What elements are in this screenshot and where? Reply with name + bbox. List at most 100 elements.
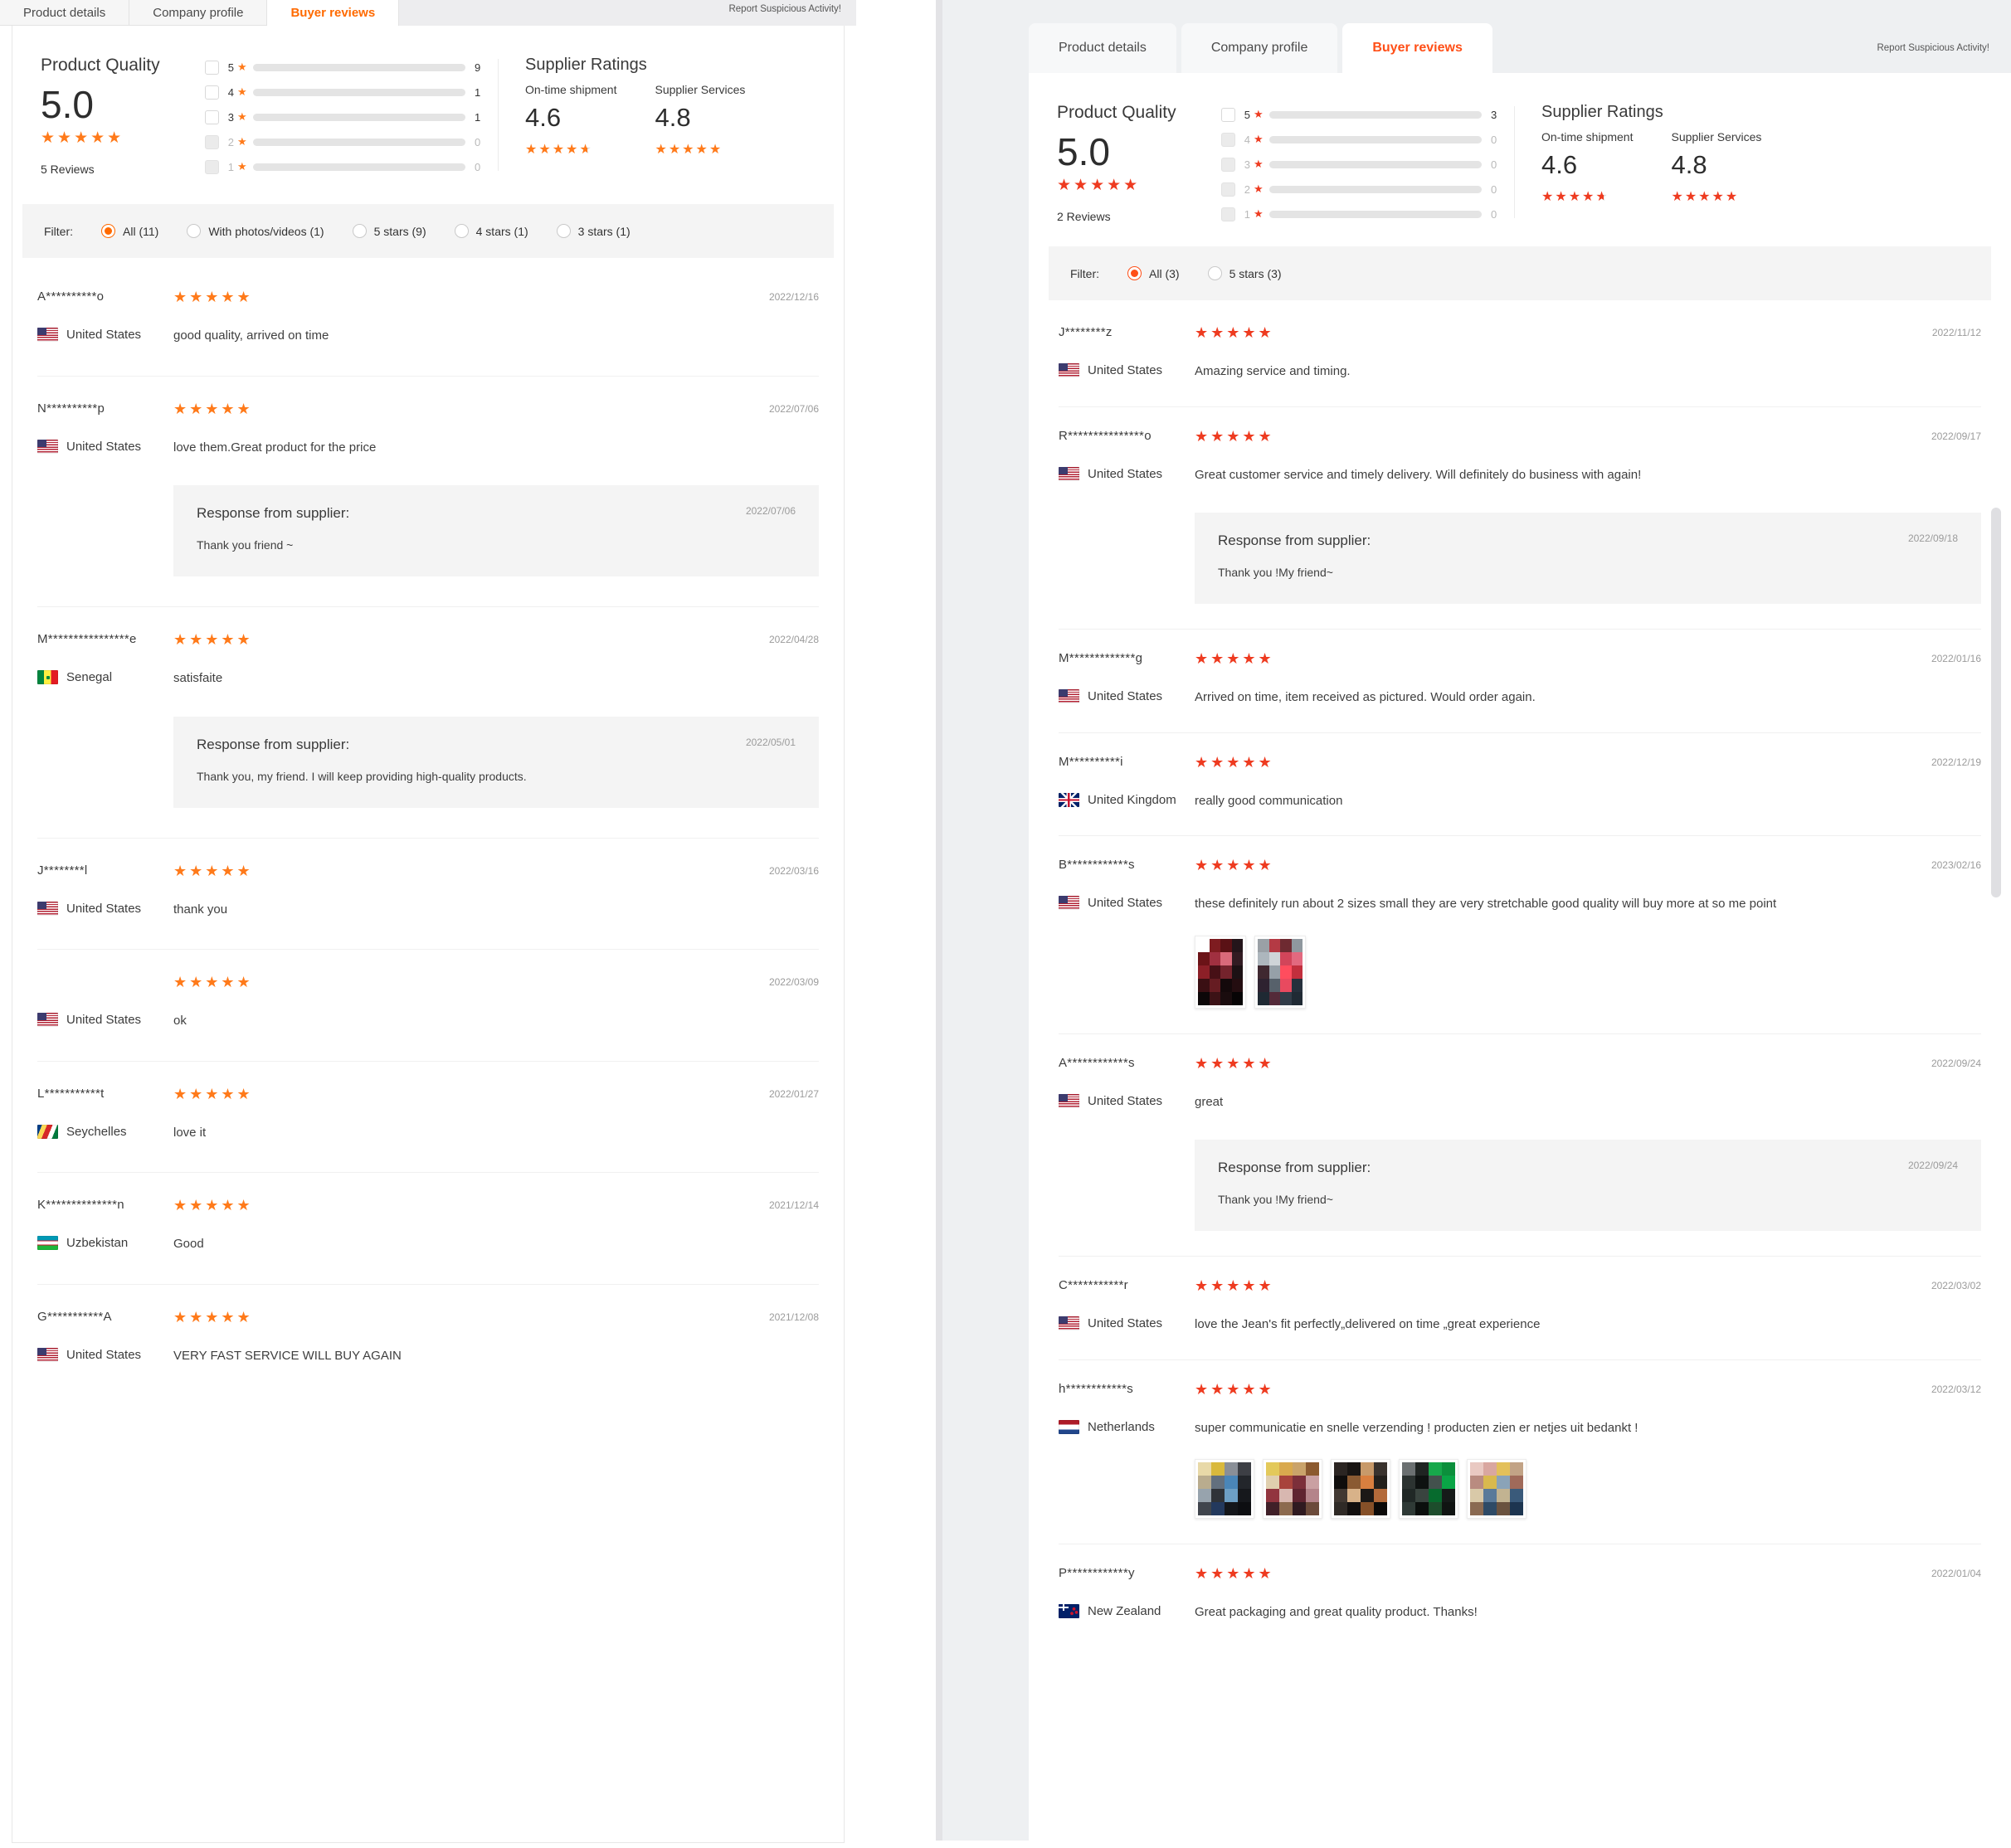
partial-star-icon: ★ [579, 143, 592, 157]
supplier-rating-label: Supplier Services [655, 83, 745, 96]
reviewer-name: B************s [1059, 858, 1195, 873]
reviewer-name: M****************e [37, 632, 173, 648]
bar-track [253, 64, 465, 71]
gb-flag-icon [1059, 793, 1079, 807]
review-photo-thumbnail[interactable] [1263, 1459, 1322, 1519]
reviewer-name: J********l [37, 863, 173, 879]
reviewer-country: United States [1088, 1094, 1162, 1108]
review-body: ★★★★★2021/12/08VERY FAST SERVICE WILL BU… [173, 1310, 819, 1366]
star-filter-checkbox[interactable] [205, 110, 219, 124]
us-flag-icon [1059, 1094, 1079, 1108]
radio-icon[interactable] [1127, 266, 1142, 280]
review-photos [1195, 936, 1981, 1009]
review-date: 2022/03/02 [1931, 1278, 1981, 1291]
star-icons: ★★★★★ [173, 1086, 253, 1102]
rating-bar-row: 3★0 [1221, 155, 1507, 173]
supplier-rating-stars: ★★★★★ [525, 141, 616, 158]
tab-bar: Product detailsCompany profileBuyer revi… [1029, 23, 2011, 73]
tab-buyer-reviews[interactable]: Buyer reviews [1342, 23, 1492, 73]
reviewer-location: Senegal [37, 670, 173, 684]
star-icons: ★★★★★ [173, 401, 253, 417]
review-body: ★★★★★2022/11/12Amazing service and timin… [1195, 325, 1981, 382]
report-suspicious-link[interactable]: Report Suspicious Activity! [728, 4, 841, 14]
review-item: J********zUnited States★★★★★2022/11/12Am… [1059, 304, 1981, 407]
us-flag-icon [37, 902, 58, 916]
radio-icon[interactable] [353, 224, 367, 238]
star-filter-checkbox[interactable] [1221, 207, 1235, 221]
review-item: R***************oUnited States★★★★★2022/… [1059, 407, 1981, 630]
filter-option[interactable]: All (11) [101, 224, 158, 238]
review-text: good quality, arrived on time [173, 327, 819, 346]
review-head: ★★★★★2022/01/04 [1195, 1566, 1981, 1581]
review-stars: ★★★★★ [1195, 858, 1274, 873]
star-icons: ★★★★★ [1195, 1381, 1274, 1398]
review-photo-thumbnail[interactable] [1467, 1459, 1527, 1519]
star-filter-checkbox[interactable] [1221, 108, 1235, 122]
pixelated-photo [1198, 939, 1243, 1005]
reviewer-country: United States [1088, 467, 1162, 481]
review-head: ★★★★★2022/09/17 [1195, 429, 1981, 444]
reviewer-country: United Kingdom [1088, 793, 1176, 807]
reviewer-name: A************s [1059, 1056, 1195, 1072]
review-photo-thumbnail[interactable] [1195, 1459, 1254, 1519]
review-photo-thumbnail[interactable] [1254, 936, 1306, 1009]
review-body: ★★★★★2022/01/16Arrived on time, item rec… [1195, 651, 1981, 708]
filter-option[interactable]: With photos/videos (1) [187, 224, 324, 238]
reviewer-location: United States [37, 902, 173, 916]
reviewer-name: G***********A [37, 1310, 173, 1325]
bar-count: 1 [475, 111, 491, 124]
report-suspicious-link[interactable]: Report Suspicious Activity! [1877, 43, 1989, 53]
star-filter-checkbox[interactable] [1221, 158, 1235, 172]
filter-option[interactable]: All (3) [1127, 266, 1180, 280]
radio-icon[interactable] [455, 224, 469, 238]
star-filter-checkbox[interactable] [205, 85, 219, 100]
reviewer-block: J********l United States [37, 863, 173, 920]
radio-icon[interactable] [557, 224, 571, 238]
supplier-rating-items: On-time shipment4.6★★★★★Supplier Service… [1541, 130, 1983, 205]
review-text: ok [173, 1012, 819, 1031]
star-filter-checkbox[interactable] [1221, 182, 1235, 197]
us-flag-icon [37, 1013, 58, 1027]
tab-product-details[interactable]: Product details [1029, 23, 1176, 73]
tab-company-profile[interactable]: Company profile [129, 0, 267, 26]
left-review-panel: Product detailsCompany profileBuyer revi… [0, 0, 856, 1841]
tab-product-details[interactable]: Product details [0, 0, 129, 26]
filter-option[interactable]: 5 stars (3) [1208, 266, 1282, 280]
reviewer-country: New Zealand [1088, 1604, 1161, 1618]
filter-option[interactable]: 4 stars (1) [455, 224, 528, 238]
bar-track [1269, 136, 1482, 143]
star-filter-checkbox[interactable] [1221, 133, 1235, 147]
review-stars: ★★★★★ [173, 975, 253, 990]
review-photo-thumbnail[interactable] [1331, 1459, 1390, 1519]
review-head: ★★★★★2022/03/12 [1195, 1382, 1981, 1397]
filter-option[interactable]: 3 stars (1) [557, 224, 631, 238]
vertical-scrollbar-thumb[interactable] [1991, 508, 2001, 897]
star-icon: ★ [1254, 133, 1264, 146]
star-filter-checkbox[interactable] [205, 160, 219, 174]
tab-company-profile[interactable]: Company profile [1181, 23, 1338, 73]
supplier-response-text: Thank you friend ~ [197, 538, 796, 552]
star-filter-checkbox[interactable] [205, 61, 219, 75]
review-head: ★★★★★2022/03/02 [1195, 1278, 1981, 1293]
product-quality-stars: ★★★★★ [1057, 176, 1221, 195]
right-review-panel: Product detailsCompany profileBuyer revi… [987, 0, 2011, 1841]
star-filter-checkbox[interactable] [205, 135, 219, 149]
radio-icon[interactable] [1208, 266, 1222, 280]
star-icons: ★★★★ [1671, 190, 1725, 204]
radio-icon[interactable] [187, 224, 201, 238]
review-stars: ★★★★★ [173, 863, 253, 878]
review-photo-thumbnail[interactable] [1399, 1459, 1458, 1519]
review-text: Good [173, 1235, 819, 1254]
review-item: M*************gUnited States★★★★★2022/01… [1059, 630, 1981, 733]
filter-option[interactable]: 5 stars (9) [353, 224, 426, 238]
reviewer-country: United States [66, 1013, 141, 1027]
radio-icon[interactable] [101, 224, 115, 238]
tab-buyer-reviews[interactable]: Buyer reviews [267, 0, 399, 26]
review-date: 2022/12/19 [1931, 755, 1981, 768]
review-photo-thumbnail[interactable] [1195, 936, 1246, 1009]
review-date: 2023/02/16 [1931, 858, 1981, 871]
review-stars: ★★★★★ [1195, 755, 1274, 770]
filter-label: Filter: [44, 225, 73, 238]
review-count-label: 5 Reviews [41, 163, 205, 176]
summary-section: Product Quality5.0★★★★★2 Reviews5★34★03★… [1029, 73, 2011, 238]
